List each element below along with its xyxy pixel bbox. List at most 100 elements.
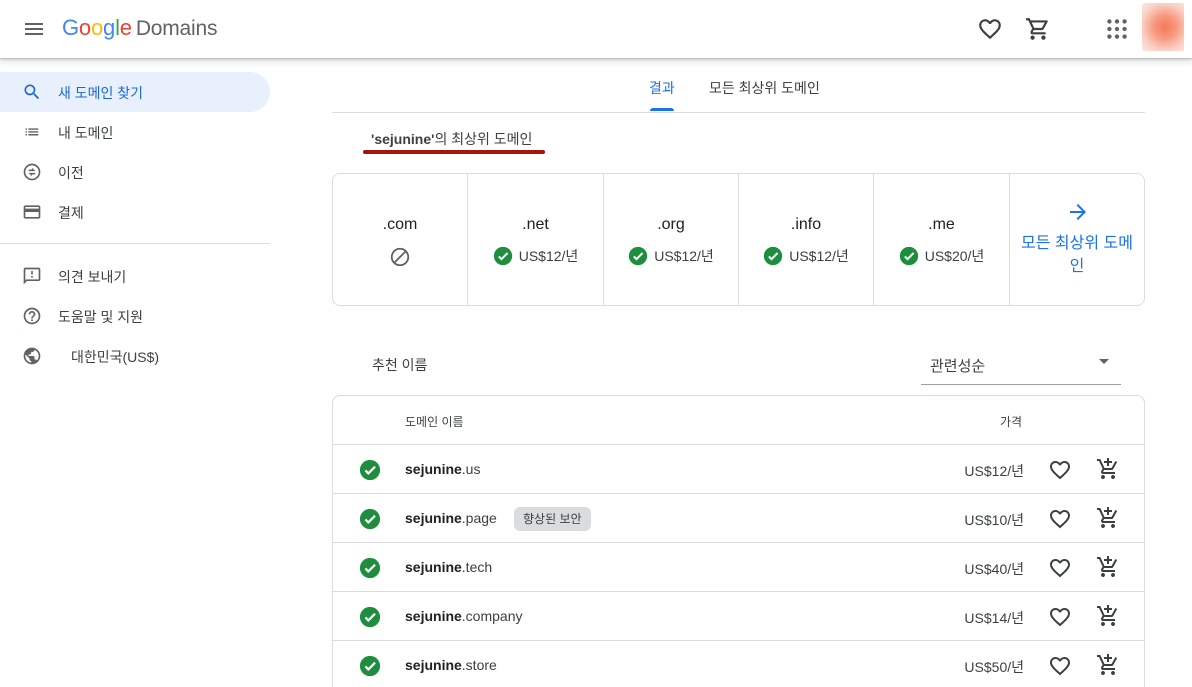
account-avatar[interactable] [1142,3,1184,51]
sidebar-item-feedback[interactable]: 의견 보내기 [0,256,270,296]
tld-status: US$12/년 [604,246,738,266]
column-header-domain: 도메인 이름 [405,415,464,429]
domain-price: US$12/년 [964,463,1024,479]
tld-heading-suffix: 의 최상위 도메인 [434,131,533,147]
add-to-cart-icon[interactable] [1096,604,1120,628]
add-to-cart-icon[interactable] [1096,653,1120,677]
security-badge: 향상된 보안 [514,507,591,531]
search-query: 'sejunine' [371,131,435,147]
sort-value: 관련성순 [930,358,986,375]
domain-name: sejunine.store [405,657,497,673]
tab-results[interactable]: 결과 [649,78,675,98]
sidebar-nav: 새 도메인 찾기 내 도메인 이전 결제 의견 보내기 도움말 및 지원 대한민… [0,58,280,687]
tld-price: US$12/년 [789,248,849,264]
sidebar-item-my-domains[interactable]: 내 도메인 [0,112,270,152]
tld-name: .org [657,216,685,233]
favorites-heart-icon[interactable] [977,16,1003,42]
favorite-heart-icon[interactable] [1048,556,1072,580]
domain-tld: .company [461,608,523,624]
tld-cell-org[interactable]: .org US$12/년 [604,174,739,305]
annotation-underline [363,150,545,154]
sidebar-item-label: 의견 보내기 [58,269,127,285]
available-check-icon [359,508,381,530]
logo-letter: g [103,15,116,40]
add-to-cart-icon[interactable] [1096,457,1120,481]
tld-section-heading: 'sejunine'의 최상위 도메인 [371,129,532,149]
table-row[interactable]: sejunine.store US$50/년 [333,641,1144,687]
add-to-cart-icon[interactable] [1096,555,1120,579]
domain-name: sejunine.company [405,608,523,624]
sidebar-item-transfer[interactable]: 이전 [0,152,270,192]
suggestions-table: 도메인 이름 가격 sejunine.us US$12/년 sejunine.pag… [332,395,1145,687]
sidebar-item-find-domain[interactable]: 새 도메인 찾기 [0,72,270,112]
table-row[interactable]: sejunine.page 향상된 보안 US$10/년 [333,494,1144,543]
domain-name: sejunine.us [405,461,480,477]
logo-letter: o [90,15,104,40]
domain-tld: .store [461,657,497,673]
favorite-heart-icon[interactable] [1048,507,1072,531]
menu-icon[interactable] [22,17,46,41]
available-check-icon [359,459,381,481]
sidebar-divider [0,243,270,244]
tld-name: .info [790,216,822,233]
available-check-icon [493,246,512,266]
sidebar-item-help[interactable]: 도움말 및 지원 [0,296,270,336]
sidebar-item-label: 대한민국(US$) [71,349,160,365]
tld-status: US$12/년 [739,246,873,266]
domain-tld: .tech [461,559,493,575]
table-header: 도메인 이름 가격 [333,396,1144,445]
active-tab-indicator [650,108,674,111]
tld-price: US$12/년 [654,248,714,264]
favorite-heart-icon[interactable] [1048,605,1072,629]
tld-price: US$20/년 [924,248,985,264]
column-header-price: 가격 [1000,415,1023,429]
sidebar-item-billing[interactable]: 결제 [0,192,270,232]
sidebar-item-region-currency[interactable]: 대한민국(US$) [0,336,270,376]
logo-letter: e [119,15,132,40]
sidebar-item-label: 결제 [58,205,84,221]
table-row[interactable]: sejunine.us US$12/년 [333,445,1144,494]
search-icon [24,84,40,100]
all-tlds-link[interactable]: 모든 최상위 도메인 [1010,174,1144,305]
tld-cell-com[interactable]: .com [333,174,468,305]
app-header: Google Domains [0,0,1192,58]
sidebar-item-label: 새 도메인 찾기 [58,85,144,101]
domain-base: sejunine [405,559,462,575]
cart-icon[interactable] [1025,16,1051,42]
domain-tld: .page [461,510,497,526]
favorite-heart-icon[interactable] [1048,458,1072,482]
domain-price: US$40/년 [964,561,1024,577]
logo-letter: o [78,15,91,40]
google-domains-logo[interactable]: Google Domains [62,15,217,41]
available-check-icon [899,246,918,266]
tab-all-tlds[interactable]: 모든 최상위 도메인 [709,78,820,98]
table-row[interactable]: sejunine.company US$14/년 [333,592,1144,641]
available-check-icon [629,246,648,266]
apps-grid-icon[interactable] [1104,16,1130,42]
unavailable-icon [390,247,410,267]
tld-cell-net[interactable]: .net US$12/년 [468,174,604,305]
domain-price: US$10/년 [964,512,1024,528]
available-check-icon [359,606,381,628]
tld-cell-info[interactable]: .info US$12/년 [739,174,874,305]
add-to-cart-icon[interactable] [1096,506,1120,530]
sidebar-item-label: 이전 [58,165,84,181]
sort-dropdown[interactable]: 관련성순 [921,342,1121,385]
domain-base: sejunine [405,608,462,624]
sidebar-item-label: 도움말 및 지원 [58,309,144,325]
available-check-icon [764,246,783,266]
favorite-heart-icon[interactable] [1048,654,1072,678]
domain-tld: .us [461,461,481,477]
logo-letter: G [62,15,79,40]
suggestions-heading: 추천 이름 [372,357,428,373]
tld-status: US$20/년 [874,246,1009,266]
table-row[interactable]: sejunine.tech US$40/년 [333,543,1144,592]
domain-name: sejunine.page [405,510,497,526]
tld-cell-me[interactable]: .me US$20/년 [874,174,1010,305]
domain-base: sejunine [405,510,462,526]
domain-price: US$14/년 [964,610,1024,626]
credit-card-icon [23,205,41,219]
available-check-icon [359,655,381,677]
tld-name: .net [522,216,549,233]
all-tlds-label: 모든 최상위 도메인 [1021,235,1133,275]
